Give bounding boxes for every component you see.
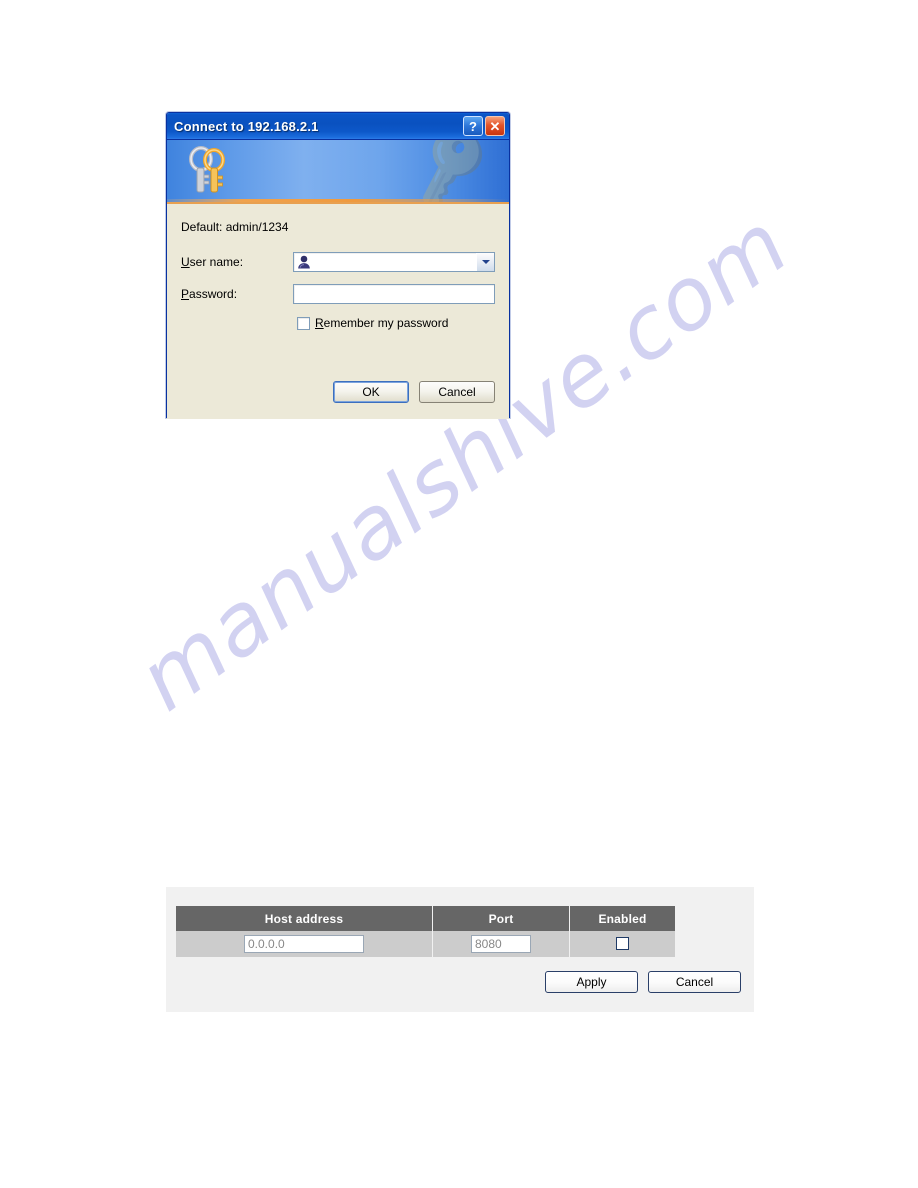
username-label: User name:	[181, 255, 244, 269]
dialog-title: Connect to 192.168.2.1	[174, 118, 319, 134]
host-table-panel: Host address Port Enabled Apply Cancel	[166, 887, 754, 1012]
dialog-banner: 🔑	[167, 140, 509, 204]
dialog-button-row: OK Cancel	[333, 381, 495, 403]
remember-password-row: Remember my password	[297, 316, 495, 330]
help-icon[interactable]: ?	[463, 116, 483, 136]
enabled-checkbox[interactable]	[616, 937, 629, 951]
table-row	[176, 931, 675, 957]
cell-port	[432, 931, 570, 957]
ok-button[interactable]: OK	[333, 381, 409, 403]
close-icon[interactable]: ✕	[485, 116, 505, 136]
connect-dialog: Connect to 192.168.2.1 ? ✕ 🔑 Default: ad…	[166, 112, 510, 419]
column-header-host-address: Host address	[176, 906, 433, 931]
apply-button[interactable]: Apply	[545, 971, 638, 993]
chevron-down-icon[interactable]	[476, 253, 494, 271]
username-input[interactable]	[312, 254, 476, 270]
username-combo[interactable]	[293, 252, 495, 272]
column-header-enabled: Enabled	[569, 906, 675, 931]
banner-ghost-key-icon: 🔑	[399, 140, 501, 204]
host-table: Host address Port Enabled	[176, 906, 675, 957]
password-input[interactable]	[293, 284, 495, 304]
cell-host-address	[176, 931, 433, 957]
remember-password-label[interactable]: Remember my password	[315, 316, 448, 330]
table-header-row: Host address Port Enabled	[176, 906, 675, 931]
username-row: User name:	[181, 252, 495, 272]
column-header-port: Port	[432, 906, 570, 931]
dialog-cancel-button[interactable]: Cancel	[419, 381, 495, 403]
user-icon	[298, 255, 311, 269]
password-row: Password:	[181, 284, 495, 304]
port-input[interactable]	[471, 935, 531, 953]
keys-icon	[189, 146, 225, 193]
host-address-input[interactable]	[244, 935, 364, 953]
panel-button-row: Apply Cancel	[545, 971, 741, 993]
password-label: Password:	[181, 287, 238, 301]
dialog-body: Default: admin/1234 User name: Password:	[167, 204, 509, 419]
cell-enabled	[569, 931, 675, 957]
banner-accent-line	[167, 199, 509, 202]
dialog-titlebar[interactable]: Connect to 192.168.2.1 ? ✕	[167, 113, 509, 140]
default-credentials-hint: Default: admin/1234	[181, 220, 289, 234]
panel-cancel-button[interactable]: Cancel	[648, 971, 741, 993]
titlebar-buttons: ? ✕	[463, 116, 505, 136]
remember-password-checkbox[interactable]	[297, 316, 310, 330]
